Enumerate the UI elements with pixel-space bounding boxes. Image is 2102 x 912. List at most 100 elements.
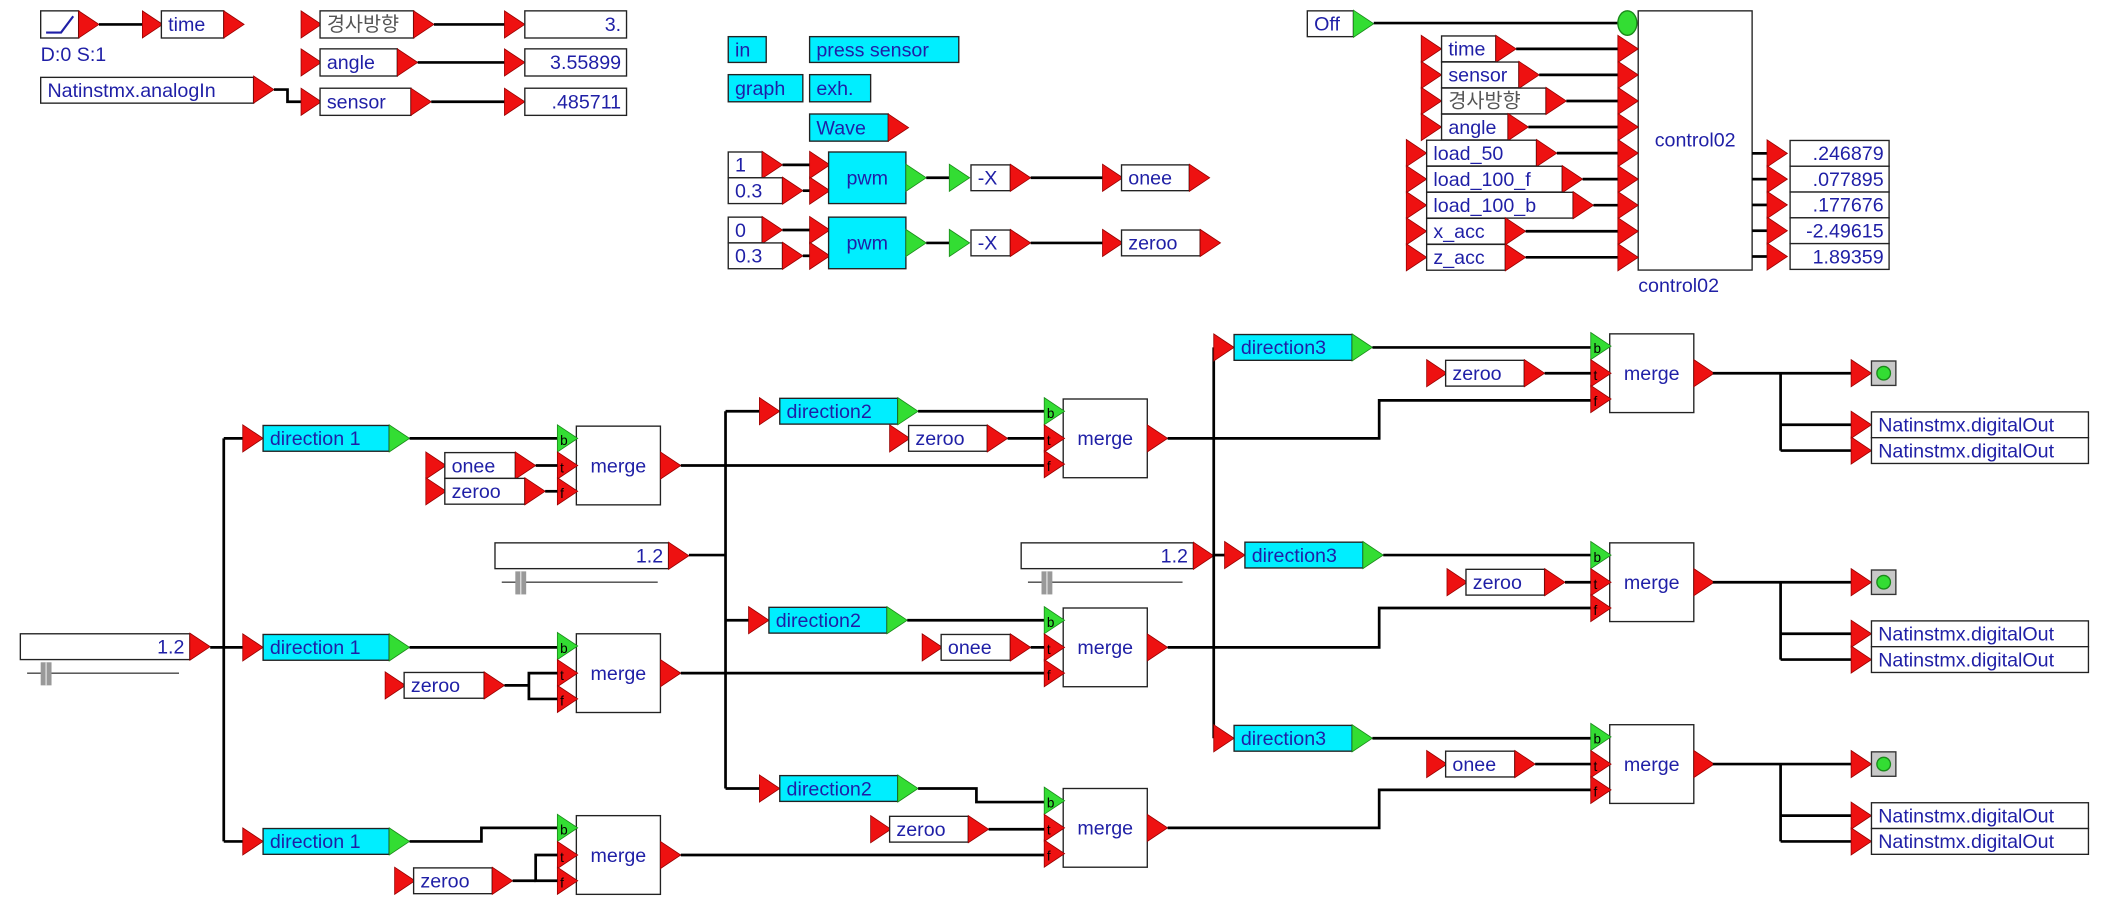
- direction-block[interactable]: direction 1: [262, 827, 390, 855]
- red-port-arrow-icon[interactable]: [1102, 163, 1124, 193]
- merge-block[interactable]: merge: [575, 633, 662, 714]
- merge-block[interactable]: merge: [1062, 607, 1148, 688]
- red-port-arrow-icon[interactable]: [1850, 619, 1873, 649]
- red-port-arrow-icon[interactable]: [1617, 86, 1639, 116]
- green-port-arrow-icon[interactable]: [905, 163, 927, 193]
- red-port-arrow-icon[interactable]: [1766, 216, 1789, 246]
- pwm-constant-input[interactable]: 0: [727, 216, 763, 244]
- red-port-arrow-icon[interactable]: [1617, 164, 1639, 194]
- angle-variable-block[interactable]: angle: [319, 48, 399, 77]
- red-port-arrow-icon[interactable]: [1850, 801, 1873, 830]
- digital-out-block[interactable]: Natinstmx.digitalOut: [1870, 411, 2090, 439]
- pwm-output-variable[interactable]: zeroo: [1120, 229, 1201, 257]
- red-port-arrow-icon[interactable]: [1617, 242, 1639, 272]
- exh-label-button[interactable]: exh.: [808, 73, 872, 103]
- red-port-arrow-icon[interactable]: [396, 48, 419, 77]
- merge-block[interactable]: merge: [575, 425, 662, 506]
- green-port-arrow-icon[interactable]: [948, 163, 971, 193]
- red-port-arrow-icon[interactable]: [1405, 164, 1428, 194]
- merge-input-variable[interactable]: zeroo: [403, 671, 485, 699]
- control-input-variable[interactable]: 경사방향: [1440, 87, 1547, 115]
- green-port-arrow-icon[interactable]: [1351, 723, 1374, 753]
- red-port-arrow-icon[interactable]: [1544, 567, 1566, 597]
- red-port-arrow-icon[interactable]: [1420, 112, 1443, 142]
- digital-out-block[interactable]: Natinstmx.digitalOut: [1870, 620, 2090, 648]
- digital-out-block[interactable]: Natinstmx.digitalOut: [1870, 437, 2090, 465]
- red-port-arrow-icon[interactable]: [1514, 749, 1536, 779]
- direction-block[interactable]: direction2: [768, 606, 888, 634]
- red-port-arrow-icon[interactable]: [748, 605, 770, 635]
- direction-block[interactable]: direction2: [779, 397, 899, 425]
- wave-block[interactable]: Wave: [808, 113, 889, 142]
- red-port-arrow-icon[interactable]: [1199, 228, 1222, 258]
- merge-input-variable[interactable]: onee: [940, 633, 1011, 661]
- green-port-arrow-icon[interactable]: [897, 396, 919, 426]
- red-port-arrow-icon[interactable]: [1192, 541, 1215, 571]
- red-port-arrow-icon[interactable]: [870, 814, 892, 844]
- red-port-arrow-icon[interactable]: [967, 814, 990, 844]
- red-port-arrow-icon[interactable]: [1405, 216, 1428, 246]
- green-port-arrow-icon[interactable]: [1362, 540, 1384, 570]
- red-port-arrow-icon[interactable]: [413, 10, 435, 39]
- merge-block[interactable]: merge: [575, 814, 662, 896]
- green-port-arrow-icon[interactable]: [388, 424, 411, 453]
- red-port-arrow-icon[interactable]: [504, 87, 526, 117]
- red-port-arrow-icon[interactable]: [242, 633, 264, 662]
- red-port-arrow-icon[interactable]: [189, 632, 211, 662]
- slider-value-field[interactable]: 1.2: [494, 542, 670, 570]
- red-port-arrow-icon[interactable]: [141, 10, 164, 39]
- red-port-arrow-icon[interactable]: [300, 10, 323, 39]
- red-port-arrow-icon[interactable]: [1507, 112, 1530, 142]
- direction-block[interactable]: direction3: [1233, 333, 1353, 361]
- red-port-arrow-icon[interactable]: [660, 840, 682, 870]
- red-port-arrow-icon[interactable]: [986, 424, 1009, 453]
- red-port-arrow-icon[interactable]: [1766, 139, 1789, 168]
- red-port-arrow-icon[interactable]: [1420, 86, 1443, 116]
- merge-input-variable[interactable]: zeroo: [907, 424, 988, 452]
- green-port-arrow-icon[interactable]: [897, 774, 919, 803]
- digital-out-block[interactable]: Natinstmx.digitalOut: [1870, 802, 2090, 830]
- red-port-arrow-icon[interactable]: [1009, 228, 1032, 258]
- slider-value-field[interactable]: 1.2: [19, 633, 191, 661]
- red-port-arrow-icon[interactable]: [1766, 164, 1789, 194]
- slider-value-field[interactable]: 1.2: [1020, 542, 1195, 570]
- in-label-button[interactable]: in: [727, 35, 767, 64]
- analog-in-block[interactable]: Natinstmx.analogIn: [40, 76, 255, 104]
- pwm-block[interactable]: pwm: [827, 151, 907, 205]
- negate-block[interactable]: -X: [970, 164, 1011, 192]
- red-port-arrow-icon[interactable]: [300, 48, 323, 77]
- merge-input-variable[interactable]: zeroo: [1465, 568, 1546, 596]
- green-port-arrow-icon[interactable]: [1351, 333, 1374, 362]
- red-port-arrow-icon[interactable]: [1213, 333, 1235, 362]
- red-port-arrow-icon[interactable]: [242, 827, 264, 856]
- pwm-constant-input[interactable]: 1: [727, 151, 763, 179]
- merge-input-variable[interactable]: onee: [444, 451, 517, 480]
- red-port-arrow-icon[interactable]: [1536, 138, 1558, 168]
- red-port-arrow-icon[interactable]: [242, 424, 264, 453]
- red-port-arrow-icon[interactable]: [1545, 86, 1568, 116]
- red-port-arrow-icon[interactable]: [761, 215, 784, 245]
- merge-input-variable[interactable]: zeroo: [1444, 359, 1525, 387]
- control-input-variable[interactable]: z_acc: [1425, 243, 1506, 271]
- green-port-arrow-icon[interactable]: [948, 228, 971, 258]
- merge-block[interactable]: merge: [1062, 398, 1148, 479]
- red-port-arrow-icon[interactable]: [809, 241, 831, 271]
- red-port-arrow-icon[interactable]: [1850, 567, 1873, 597]
- red-port-arrow-icon[interactable]: [1617, 60, 1639, 90]
- korean-variable-block[interactable]: 경사방향: [319, 10, 415, 39]
- red-port-arrow-icon[interactable]: [660, 451, 682, 480]
- red-port-arrow-icon[interactable]: [1850, 410, 1873, 440]
- red-port-arrow-icon[interactable]: [1850, 645, 1873, 674]
- red-port-arrow-icon[interactable]: [1146, 633, 1169, 662]
- red-port-arrow-icon[interactable]: [761, 150, 784, 180]
- green-port-arrow-icon[interactable]: [1353, 9, 1375, 39]
- red-port-arrow-icon[interactable]: [1518, 60, 1540, 90]
- control-input-variable[interactable]: load_100_f: [1425, 165, 1563, 193]
- red-port-arrow-icon[interactable]: [1405, 190, 1428, 220]
- merge-input-variable[interactable]: zeroo: [444, 477, 526, 505]
- red-port-arrow-icon[interactable]: [1504, 242, 1527, 272]
- red-port-arrow-icon[interactable]: [1426, 749, 1448, 779]
- red-port-arrow-icon[interactable]: [410, 87, 432, 117]
- graph-label-button[interactable]: graph: [727, 73, 804, 103]
- merge-block[interactable]: merge: [1609, 724, 1695, 805]
